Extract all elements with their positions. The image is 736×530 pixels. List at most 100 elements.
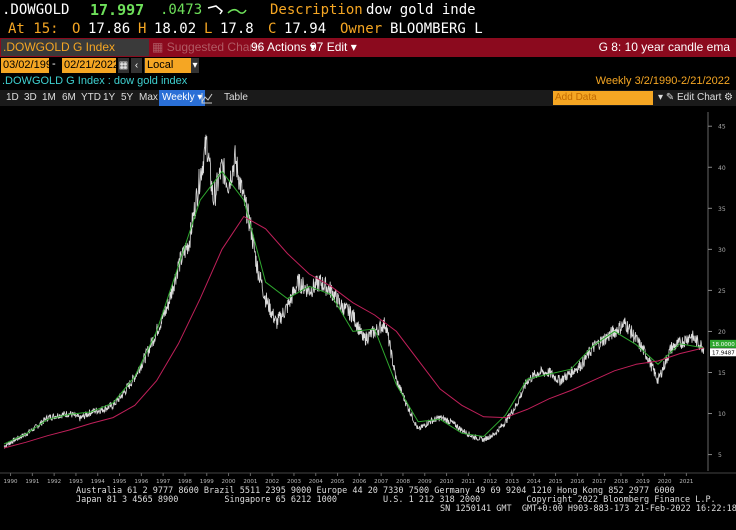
x-tick-label: 2003 — [287, 479, 301, 485]
price-chart[interactable]: 51015202530354045 1990 1991 1992 1993 1994 19… — [0, 106, 736, 486]
period-max-button[interactable]: Max — [139, 90, 158, 106]
close-value: 17.94 — [284, 21, 327, 37]
x-tick-label: 2000 — [222, 479, 236, 485]
footer-session-line: SN 1250141 GMT GMT+0:00 H903-883-173 21-… — [440, 504, 736, 514]
last-price-label: 18.0000 — [712, 342, 735, 348]
edit-number: 97 — [310, 40, 324, 54]
short_ema-series-line — [3, 170, 704, 445]
frequency-select[interactable]: Weekly ▾ — [159, 90, 206, 106]
edit-chart-label: Edit Chart — [676, 92, 722, 103]
range-label: 3/2/1990-2/21/2022 — [634, 75, 730, 87]
start-date-input[interactable]: 03/02/1990 — [1, 58, 58, 73]
x-tick-label: 2005 — [331, 479, 345, 485]
x-tick-label: 2008 — [396, 479, 410, 485]
edit-chart-pencil-icon: ✎ — [665, 92, 675, 103]
y-tick-label: 20 — [718, 329, 726, 336]
quote-line: .DOWGOLD 17.997 .0473 Description dow go… — [0, 0, 736, 20]
settings-icon[interactable]: ⚙ — [724, 90, 733, 106]
chart-title: G 8: 10 year candle ema — [598, 40, 730, 54]
period-1d-button[interactable]: 1D — [6, 90, 19, 106]
actions-menu-button[interactable]: 96 Actions ▾ — [251, 38, 316, 57]
add-data-input[interactable]: Add Data — [553, 91, 653, 105]
x-tick-label: 2017 — [592, 479, 606, 485]
frequency-label: Weekly — [162, 92, 195, 103]
high-label: H — [138, 21, 147, 37]
currency-chevron-icon[interactable]: ▾ — [191, 58, 199, 73]
x-tick-label: 1991 — [25, 479, 39, 485]
y-tick-label: 10 — [718, 411, 726, 418]
actions-number: 96 — [251, 40, 265, 54]
x-tick-label: 1996 — [134, 479, 148, 485]
period-6m-button[interactable]: 6M — [62, 90, 76, 106]
x-tick-label: 1999 — [200, 479, 214, 485]
x-tick-label: 2016 — [570, 479, 584, 485]
edit-chevron-icon: ▾ — [350, 40, 357, 54]
security-description: .DOWGOLD G Index : dow gold index — [2, 75, 188, 87]
chart-info-bar: .DOWGOLD G Index : dow gold index Weekly… — [0, 74, 736, 89]
ticker-symbol[interactable]: .DOWGOLD — [2, 0, 69, 20]
close-label: C — [268, 21, 277, 37]
chart-toolbar: .DOWGOLD G Index ▦ Suggested Charts 96 A… — [0, 38, 736, 57]
x-tick-label: 2019 — [636, 479, 650, 485]
period-range: Weekly 3/2/1990-2/21/2022 — [596, 74, 730, 89]
x-tick-label: 2006 — [352, 479, 366, 485]
edit-chart-button[interactable]: ▾ ✎ Edit Chart — [658, 90, 721, 106]
end-date-input[interactable]: 02/21/2022 — [62, 58, 119, 73]
security-field[interactable]: .DOWGOLD G Index — [1, 39, 149, 56]
x-tick-label: 2020 — [658, 479, 672, 485]
chart-type-icon[interactable] — [201, 90, 213, 106]
y-tick-label: 15 — [718, 370, 726, 377]
period-1m-button[interactable]: 1M — [42, 90, 56, 106]
calendar-icon[interactable]: ▦ — [118, 58, 129, 73]
x-tick-label: 2002 — [265, 479, 279, 485]
currency-select[interactable]: Local CCY — [145, 58, 191, 86]
period-5y-button[interactable]: 5Y — [121, 90, 133, 106]
low-value: 17.8 — [220, 21, 254, 37]
edit-menu-button[interactable]: 97 Edit ▾ — [310, 38, 357, 57]
x-tick-label: 2021 — [679, 479, 693, 485]
x-tick-label: 2018 — [614, 479, 628, 485]
x-tick-label: 1993 — [69, 479, 83, 485]
suggested-charts-button[interactable]: ▦ Suggested Charts — [152, 38, 263, 57]
long_ema-series-line — [3, 215, 704, 449]
x-tick-label: 1992 — [47, 479, 61, 485]
last-price: 17.997 — [90, 1, 145, 19]
y-axis: 5 10 15 20 25 30 35 40 45 — [707, 112, 726, 471]
x-tick-label: 1997 — [156, 479, 170, 485]
y-tick-label: 30 — [718, 247, 726, 254]
y-tick-label: 5 — [718, 452, 722, 459]
suggested-charts-icon: ▦ — [152, 40, 164, 54]
x-tick-label: 2009 — [418, 479, 432, 485]
description-value: dow gold inde — [366, 2, 476, 18]
price-series-line — [3, 134, 705, 449]
x-tick-label: 2011 — [461, 479, 475, 485]
x-tick-label: 2014 — [527, 479, 541, 485]
owner-value: BLOOMBERG L — [390, 21, 483, 37]
x-tick-label: 2015 — [549, 479, 563, 485]
period-toolbar: 1D 3D 1M 6M YTD 1Y 5Y Max Weekly ▾ Table… — [0, 90, 736, 106]
period-3d-button[interactable]: 3D — [24, 90, 37, 106]
prev-period-icon[interactable]: ‹ — [131, 58, 142, 73]
edit-chart-chevron-icon: ▾ — [658, 92, 664, 103]
table-button[interactable]: Table — [224, 90, 248, 106]
period-1y-button[interactable]: 1Y — [103, 90, 115, 106]
bloomberg-footer: Australia 61 2 9777 8600 Brazil 5511 239… — [0, 486, 736, 530]
y-tick-label: 45 — [718, 124, 726, 131]
edit-label: Edit — [326, 40, 348, 54]
period-ytd-button[interactable]: YTD — [81, 90, 101, 106]
last-value-labels: 18.0000 17.9487 — [710, 339, 736, 357]
y-tick-label: 40 — [718, 165, 726, 172]
x-tick-label: 2004 — [309, 479, 323, 485]
low-label: L — [204, 21, 213, 37]
x-tick-label: 2013 — [505, 479, 519, 485]
x-tick-label: 1990 — [4, 479, 18, 485]
x-axis: 1990 1991 1992 1993 1994 1995 1996 1997 1998 1999… — [0, 472, 736, 485]
at-time-label: At 15: — [8, 21, 59, 37]
x-tick-label: 2012 — [483, 479, 497, 485]
x-tick-label: 1998 — [178, 479, 192, 485]
x-tick-label: 2010 — [440, 479, 454, 485]
date-separator: - — [52, 58, 56, 70]
suggested-charts-label: Suggested Charts — [166, 40, 263, 54]
open-value: 17.86 — [88, 21, 131, 37]
x-tick-label: 1995 — [113, 479, 127, 485]
